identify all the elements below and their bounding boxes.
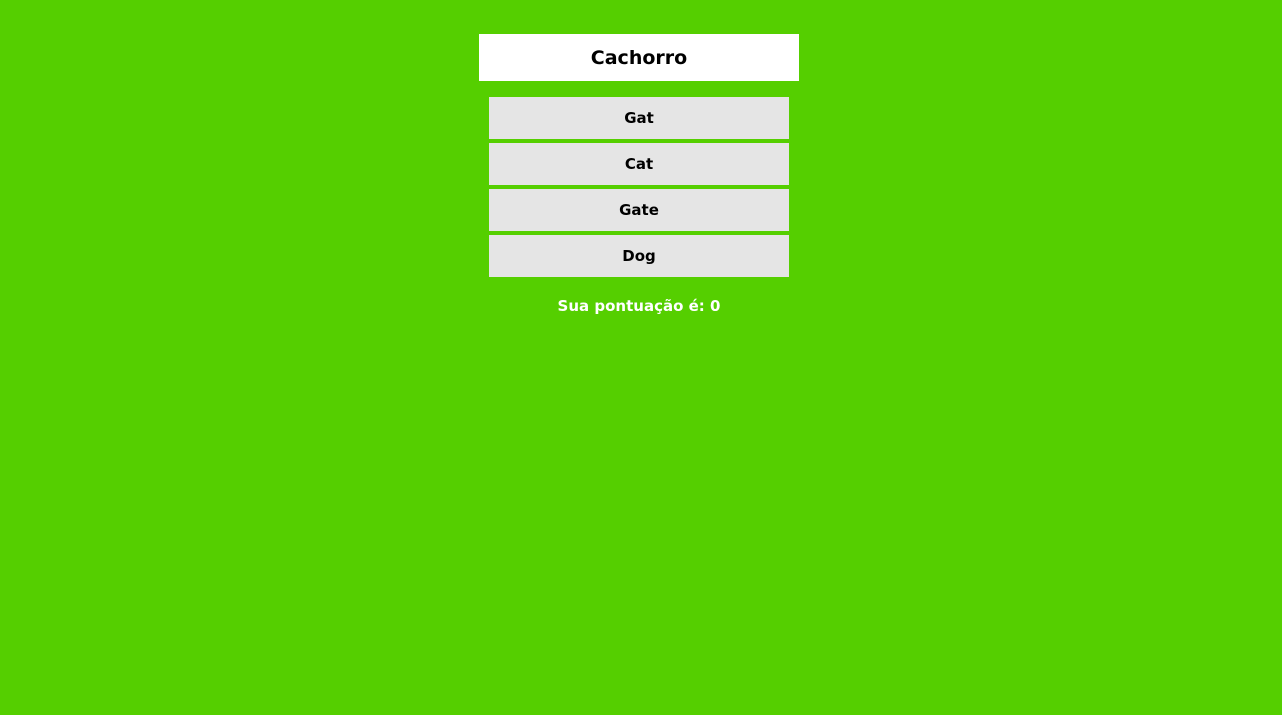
question-word: Cachorro: [479, 34, 799, 81]
option-button-dog[interactable]: Dog: [489, 235, 789, 277]
score-text: Sua pontuação é: 0: [557, 297, 721, 315]
quiz-container: Cachorro Gat Cat Gate Dog Sua pontuação …: [0, 0, 1282, 715]
option-button-gate[interactable]: Gate: [489, 189, 789, 231]
answer-options: Gat Cat Gate Dog: [489, 97, 789, 281]
option-button-gat[interactable]: Gat: [489, 97, 789, 139]
option-button-cat[interactable]: Cat: [489, 143, 789, 185]
